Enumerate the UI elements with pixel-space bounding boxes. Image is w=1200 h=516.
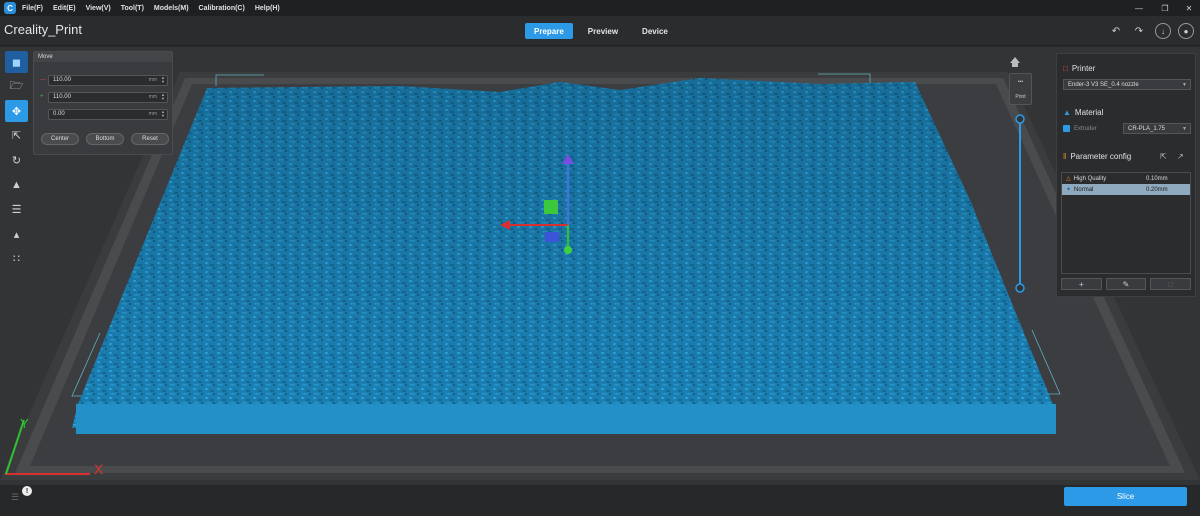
download-icon[interactable]: ↓: [1155, 23, 1171, 39]
material-section-header: ▲ Material: [1063, 108, 1104, 117]
z-position-row: · 0.00 mm ▲ ▼: [40, 108, 168, 120]
info-icon[interactable]: !: [22, 486, 32, 496]
x-position-row: — 110.00 mm ▲ ▼: [40, 74, 168, 86]
close-button[interactable]: ✕: [1176, 0, 1200, 16]
center-button[interactable]: Center: [41, 133, 79, 145]
z-stepper-icon[interactable]: ▲ ▼: [161, 110, 165, 118]
right-settings-panel: □ Printer Ender-3 V3 SE_0.4 nozzle ▼ ▲ M…: [1056, 53, 1196, 297]
minimize-button[interactable]: —: [1126, 0, 1152, 16]
mode-tabs: Prepare Preview Device: [525, 23, 677, 39]
menu-models[interactable]: Models(M): [154, 5, 189, 12]
profile-row[interactable]: △ High Quality 0.10mm: [1062, 173, 1190, 184]
chevron-down-icon: ▼: [1182, 125, 1187, 132]
parameter-profile-list: △ High Quality 0.10mm ✦ Normal 0.20mm: [1061, 172, 1191, 274]
y-position-row: + 110.00 mm ▲ ▼: [40, 91, 168, 103]
menu-edit[interactable]: Edit(E): [53, 5, 76, 12]
cube-icon[interactable]: ◼: [5, 51, 28, 73]
app-logo-icon: C: [4, 2, 16, 14]
layer-slider-bottom-handle: [1015, 283, 1025, 293]
menu-tool[interactable]: Tool(T): [121, 5, 144, 12]
quality-icon: △: [1066, 176, 1071, 182]
bottom-button[interactable]: Bottom: [86, 133, 124, 145]
layer-slider-top-handle: [1015, 114, 1025, 124]
menu-file[interactable]: File(F): [22, 5, 43, 12]
printer-section-header: □ Printer: [1063, 64, 1096, 73]
move-panel-title: Move: [34, 52, 172, 62]
layer-view-label: Print: [1015, 93, 1026, 100]
title-bar: Creality_Print Prepare Preview Device ↶ …: [0, 16, 1200, 46]
world-y-label: Y: [20, 416, 29, 431]
extruder-checkbox[interactable]: [1063, 125, 1070, 132]
3d-viewport[interactable]: X Y: [0, 47, 1200, 485]
profile-row-selected[interactable]: ✦ Normal 0.20mm: [1062, 184, 1190, 195]
chevron-down-icon: ▼: [1182, 81, 1187, 88]
printer-icon: □: [1063, 64, 1068, 73]
gizmo-center-handle: [544, 200, 558, 214]
normal-icon: ✦: [1066, 187, 1072, 193]
menu-bar: C File(F) Edit(E) View(V) Tool(T) Models…: [0, 0, 1200, 16]
import-icon[interactable]: ⇱: [1160, 152, 1167, 161]
move-actions: Center Bottom Reset: [41, 133, 169, 145]
y-position-input[interactable]: 110.00 mm ▲ ▼: [48, 91, 168, 103]
layer-menu-icon[interactable]: •••: [1018, 79, 1023, 85]
extruder-row: Extruder: [1063, 125, 1097, 132]
lay-flat-icon[interactable]: ▲: [5, 174, 28, 196]
more-tools-icon[interactable]: ∷: [5, 248, 28, 270]
support-tool-icon[interactable]: ▴: [5, 223, 28, 245]
tab-preview[interactable]: Preview: [579, 23, 627, 39]
log-icon[interactable]: ☰: [11, 492, 19, 503]
delete-profile-icon[interactable]: □: [1150, 278, 1192, 290]
z-axis-marker: ·: [40, 111, 42, 117]
rotate-tool-icon[interactable]: ↻: [5, 149, 28, 171]
gizmo-plane-handle: [545, 232, 559, 242]
tab-prepare[interactable]: Prepare: [525, 23, 573, 39]
user-icon[interactable]: ●: [1178, 23, 1194, 39]
z-position-input[interactable]: 0.00 mm ▲ ▼: [48, 108, 168, 120]
world-x-label: X: [94, 461, 104, 477]
layer-view-box[interactable]: ••• Print: [1009, 73, 1032, 105]
export-icon[interactable]: ↗: [1177, 152, 1184, 161]
home-view-icon: [1010, 57, 1020, 67]
scale-tool-icon[interactable]: ⇱: [5, 125, 28, 147]
x-stepper-icon[interactable]: ▲ ▼: [161, 76, 165, 84]
redo-icon[interactable]: ↷: [1131, 23, 1147, 39]
menu-help[interactable]: Help(H): [255, 5, 280, 12]
add-profile-icon[interactable]: +: [1061, 278, 1102, 290]
edit-profile-icon[interactable]: ✎: [1105, 278, 1147, 290]
material-icon: ▲: [1063, 108, 1071, 117]
reset-button[interactable]: Reset: [131, 133, 169, 145]
parameter-section-header: ‖ Parameter config: [1063, 152, 1132, 161]
y-axis-marker: +: [40, 94, 44, 100]
printer-select[interactable]: Ender-3 V3 SE_0.4 nozzle ▼: [1063, 79, 1191, 90]
terrain-base: [76, 404, 1056, 434]
maximize-button[interactable]: ❐: [1152, 0, 1178, 16]
parameter-icon: ‖: [1063, 152, 1067, 161]
cut-tool-icon[interactable]: ☰: [5, 199, 28, 221]
move-tool-icon[interactable]: ✥: [5, 100, 28, 123]
move-panel: Move — 110.00 mm ▲ ▼ + 110.00 mm ▲ ▼ · 0.0…: [33, 51, 173, 155]
material-select[interactable]: CR-PLA_1.75 ▼: [1123, 123, 1191, 134]
open-folder-icon[interactable]: 🗁: [5, 76, 28, 98]
left-toolbar: ◼ 🗁 ✥ ⇱ ↻ ▲ ☰ ▴ ∷: [5, 51, 28, 272]
app-title: Creality_Print: [4, 22, 83, 37]
undo-icon[interactable]: ↶: [1108, 23, 1124, 39]
menu-calibration[interactable]: Calibration(C): [199, 5, 245, 12]
slice-button[interactable]: Slice: [1064, 487, 1187, 506]
build-plate-scene: X Y: [0, 57, 1200, 480]
profile-actions: + ✎ □: [1061, 278, 1192, 290]
x-axis-marker: —: [40, 77, 46, 83]
tab-device[interactable]: Device: [633, 23, 677, 39]
bottom-bar: [0, 485, 1200, 516]
y-stepper-icon[interactable]: ▲ ▼: [161, 93, 165, 101]
x-position-input[interactable]: 110.00 mm ▲ ▼: [48, 74, 168, 86]
menu-view[interactable]: View(V): [86, 5, 111, 12]
